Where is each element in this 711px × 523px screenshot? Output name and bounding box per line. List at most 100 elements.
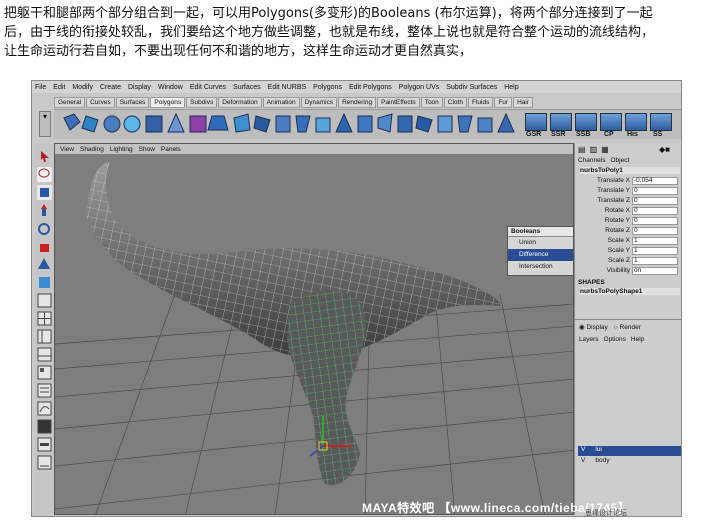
shelf-tab-deformation[interactable]: Deformation (218, 97, 262, 108)
ssb-shelf-icon[interactable] (575, 113, 597, 131)
attribute-layout-icon[interactable]: ▥ (590, 145, 598, 154)
channel-value[interactable]: 1 (632, 247, 678, 255)
hypershade-layout-icon[interactable] (37, 365, 52, 380)
shelf-tab-curves[interactable]: Curves (86, 97, 115, 108)
booleans-union-item[interactable]: Union (508, 237, 573, 249)
shelf-tab-dynamics[interactable]: Dynamics (300, 97, 338, 108)
viewport-menu-show[interactable]: Show (139, 146, 155, 153)
menu-edit-nurbs[interactable]: Edit NURBS (268, 84, 307, 91)
menu-file[interactable]: File (35, 84, 46, 91)
manipulator-tool-icon[interactable] (37, 257, 52, 272)
channel-row[interactable]: Translate Z0 (577, 197, 680, 206)
channel-row[interactable]: Translate Y0 (577, 187, 680, 196)
shape-name[interactable]: nurbsToPolyShape1 (580, 288, 680, 295)
layer-visibility[interactable]: V (581, 457, 585, 467)
display-radio[interactable]: ◉ Display (579, 323, 608, 331)
layer-menu-options[interactable]: Options (604, 336, 626, 343)
channel-row[interactable]: Rotate X0 (577, 207, 680, 216)
menu-display[interactable]: Display (128, 84, 151, 91)
object-tab[interactable]: Object (610, 157, 629, 164)
object-name[interactable]: nurbsToPoly1 (580, 167, 680, 174)
ss-shelf-icon[interactable] (650, 113, 672, 131)
channel-value[interactable]: 0 (632, 217, 678, 225)
channel-value[interactable]: 1 (632, 257, 678, 265)
menu-subdiv-surfaces[interactable]: Subdiv Surfaces (446, 84, 497, 91)
shelf-tab-polygons[interactable]: Polygons (150, 97, 186, 108)
channel-row[interactable]: Translate X -0.054 (577, 177, 680, 186)
menu-edit-polygons[interactable]: Edit Polygons (349, 84, 392, 91)
viewport-menu-lighting[interactable]: Lighting (110, 146, 133, 153)
shelf-icons[interactable] (54, 110, 522, 140)
trax-editor-layout-icon[interactable] (37, 437, 52, 452)
channel-value[interactable]: 0 (632, 197, 678, 205)
viewport-menu-panels[interactable]: Panels (161, 146, 181, 153)
render-radio[interactable]: ○ Render (614, 324, 641, 331)
script-editor-layout-icon[interactable] (37, 455, 52, 470)
channel-row[interactable]: Rotate Y0 (577, 217, 680, 226)
channel-row[interactable]: Scale Z1 (577, 257, 680, 266)
menu-modify[interactable]: Modify (72, 84, 93, 91)
outliner-layout-icon[interactable] (37, 383, 52, 398)
channel-value[interactable]: 0 (632, 187, 678, 195)
four-view-layout-icon[interactable] (37, 311, 52, 326)
layer-menu-layers[interactable]: Layers (579, 336, 599, 343)
menu-edit-curves[interactable]: Edit Curves (190, 84, 226, 91)
viewport-menu-view[interactable]: View (60, 146, 74, 153)
dope-sheet-layout-icon[interactable] (37, 419, 52, 434)
menu-window[interactable]: Window (158, 84, 183, 91)
channel-value[interactable]: 1 (632, 237, 678, 245)
channel-value[interactable]: 0 (632, 207, 678, 215)
channels-tab[interactable]: Channels (578, 157, 605, 164)
menu-polygons[interactable]: Polygons (313, 84, 342, 91)
lasso-tool-icon[interactable] (37, 167, 52, 182)
channel-row[interactable]: Scale Y1 (577, 247, 680, 256)
shelf-tab-surfaces[interactable]: Surfaces (115, 97, 150, 108)
move-tool-icon[interactable] (37, 203, 52, 218)
shelf-tab-hair[interactable]: Hair (513, 97, 533, 108)
paint-select-tool-icon[interactable] (37, 185, 52, 200)
last-tool-icon[interactable] (37, 275, 52, 290)
tool-settings-layout-icon[interactable]: ▦ (601, 145, 609, 154)
gsr-shelf-icon[interactable] (525, 113, 547, 131)
shelf-tab-rendering[interactable]: Rendering (338, 97, 377, 108)
persp-graph-layout-icon[interactable] (37, 347, 52, 362)
shelf-tab-toon[interactable]: Toon (420, 97, 443, 108)
select-tool-icon[interactable] (37, 149, 52, 164)
single-perspective-layout-icon[interactable] (37, 293, 52, 308)
perspective-viewport[interactable]: View Shading Lighting Show Panels Boolea… (54, 143, 574, 515)
layer-row[interactable]: V body (578, 457, 681, 467)
shelf-tab-fluids[interactable]: Fluids (467, 97, 494, 108)
shelf-tab-animation[interactable]: Animation (262, 97, 300, 108)
menu-surfaces[interactable]: Surfaces (233, 84, 261, 91)
channel-row[interactable]: Rotate Z0 (577, 227, 680, 236)
shelf-menu-button[interactable]: ▾ (39, 111, 51, 137)
shelf-tab-general[interactable]: General (54, 97, 86, 108)
shelf-tab-painteffects[interactable]: PaintEffects (377, 97, 420, 108)
channel-row[interactable]: Visibility on (577, 267, 680, 276)
channel-value[interactable]: 0 (632, 227, 678, 235)
shelf-tab-cloth[interactable]: Cloth (443, 97, 467, 108)
menu-edit[interactable]: Edit (53, 84, 65, 91)
menu-polygon-uvs[interactable]: Polygon UVs (399, 84, 439, 91)
channel-value[interactable]: -0.054 (632, 177, 678, 185)
scale-tool-icon[interactable] (37, 239, 52, 254)
panel-close-icon[interactable]: ◆■ (659, 145, 670, 154)
ssr-shelf-icon[interactable] (550, 113, 572, 131)
booleans-difference-item[interactable]: Difference (508, 249, 573, 261)
viewport-menu-shading[interactable]: Shading (80, 146, 104, 153)
channel-value[interactable]: on (632, 267, 678, 275)
menu-create[interactable]: Create (100, 84, 121, 91)
channel-layout-icon[interactable]: ▤ (578, 145, 586, 154)
channel-row[interactable]: Scale X1 (577, 237, 680, 246)
graph-editor-layout-icon[interactable] (37, 401, 52, 416)
his-shelf-icon[interactable] (625, 113, 647, 131)
layer-visibility[interactable]: V (581, 446, 585, 456)
layer-menu-help[interactable]: Help (631, 336, 644, 343)
layer-row[interactable]: V lui (578, 446, 681, 456)
cp-shelf-icon[interactable] (600, 113, 622, 131)
rotate-tool-icon[interactable] (37, 221, 52, 236)
menu-help[interactable]: Help (504, 84, 518, 91)
shelf-tab-subdivs[interactable]: Subdivs (186, 97, 218, 108)
persp-outliner-layout-icon[interactable] (37, 329, 52, 344)
shelf-tab-fur[interactable]: Fur (494, 97, 513, 108)
